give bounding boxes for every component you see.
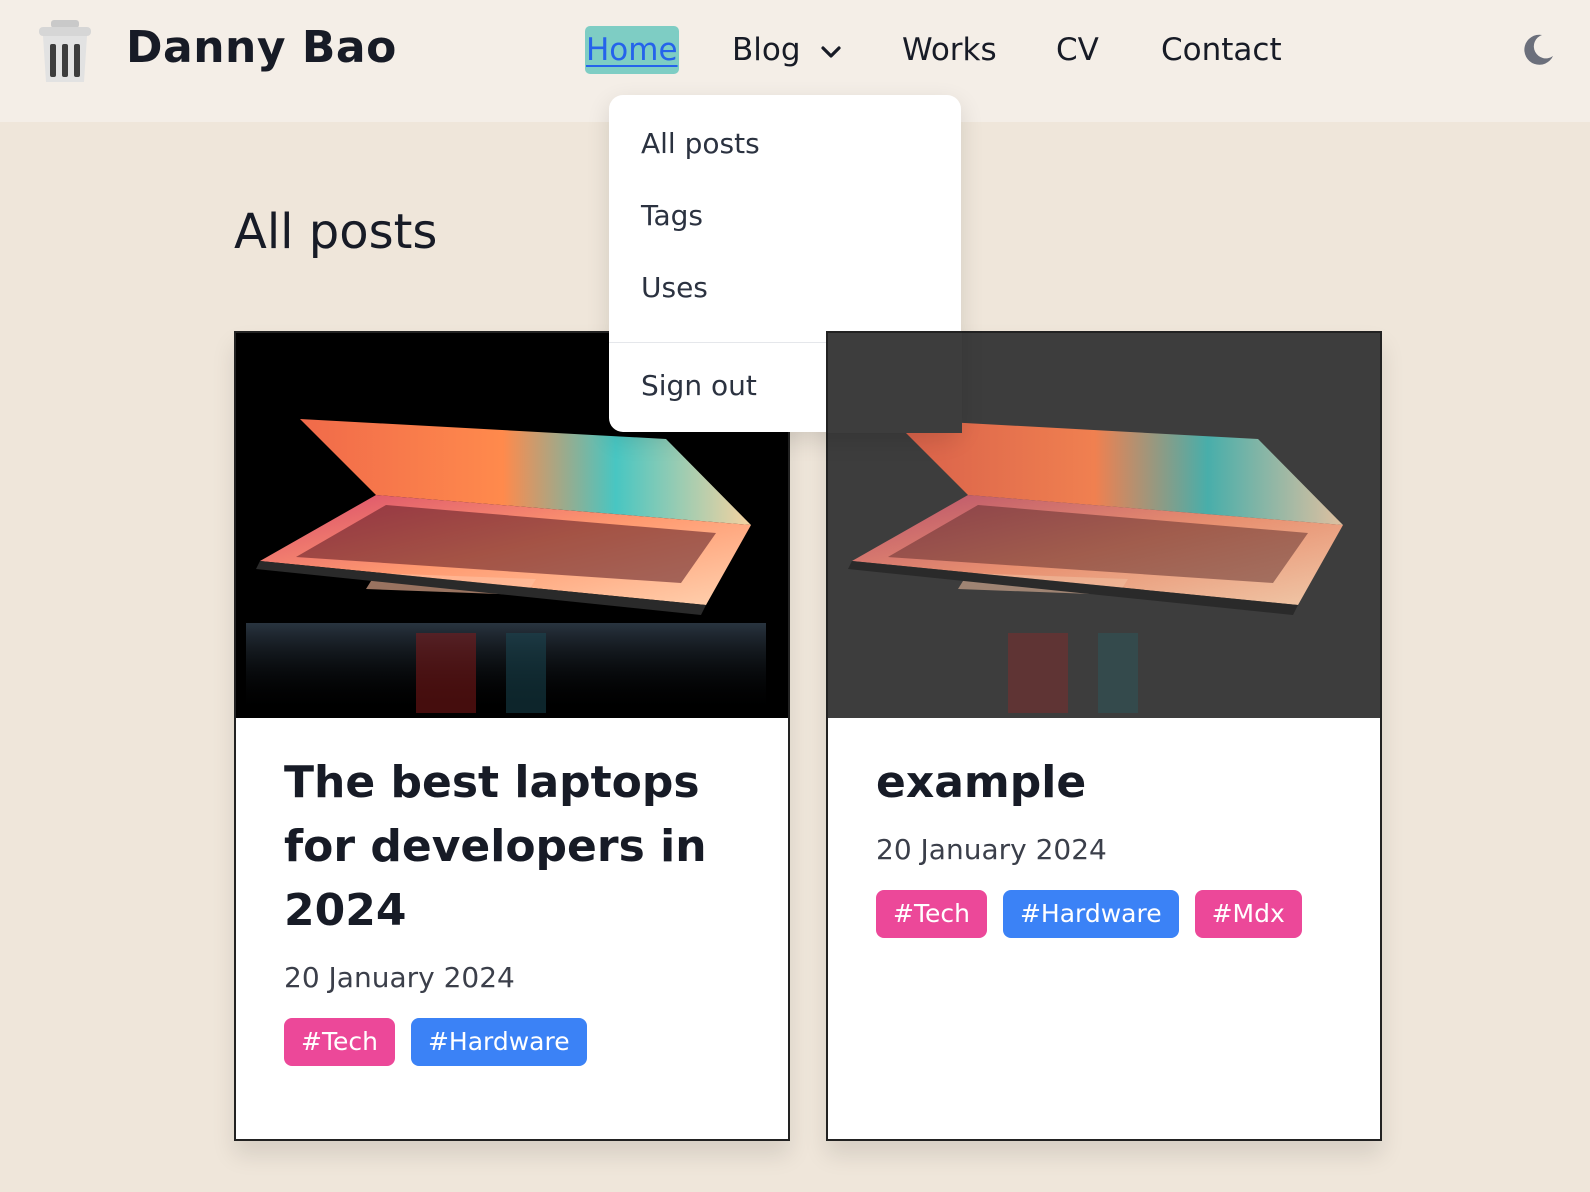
tag-tech[interactable]: #Tech — [284, 1018, 395, 1066]
post-card-body: The best laptops for developers in 2024 … — [284, 751, 754, 1066]
post-tags: #Tech #Hardware #Mdx — [876, 890, 1346, 938]
tag-mdx[interactable]: #Mdx — [1194, 890, 1302, 938]
post-date: 20 January 2024 — [876, 833, 1107, 866]
trash-can-icon[interactable] — [37, 18, 93, 84]
post-image-overlap — [826, 331, 962, 433]
post-date: 20 January 2024 — [284, 961, 515, 994]
moon-icon[interactable] — [1520, 32, 1556, 68]
menu-item-all-posts[interactable]: All posts — [641, 127, 760, 160]
menu-item-tags[interactable]: Tags — [641, 199, 703, 232]
menu-item-sign-out[interactable]: Sign out — [641, 369, 757, 402]
post-title[interactable]: example — [876, 751, 1346, 815]
chevron-down-icon — [820, 25, 842, 73]
site-brand[interactable]: Danny Bao — [126, 22, 397, 73]
tag-hardware[interactable]: #Hardware — [410, 1018, 587, 1066]
post-card[interactable]: example 20 January 2024 #Tech #Hardware … — [826, 331, 1382, 1141]
nav-blog-dropdown[interactable]: Blog — [732, 26, 842, 74]
post-title[interactable]: The best laptops for developers in 2024 — [284, 751, 754, 943]
nav-home-link[interactable]: Home — [585, 26, 679, 74]
nav-blog-label: Blog — [732, 32, 801, 68]
post-card[interactable]: The best laptops for developers in 2024 … — [234, 331, 790, 1141]
page-title: All posts — [234, 204, 438, 260]
nav-works-link[interactable]: Works — [902, 26, 997, 74]
nav-cv-link[interactable]: CV — [1056, 26, 1099, 74]
tag-hardware[interactable]: #Hardware — [1002, 890, 1179, 938]
post-tags: #Tech #Hardware — [284, 1018, 754, 1066]
tag-tech[interactable]: #Tech — [876, 890, 987, 938]
nav-contact-link[interactable]: Contact — [1161, 26, 1282, 74]
post-card-body: example 20 January 2024 #Tech #Hardware … — [876, 751, 1346, 938]
menu-item-uses[interactable]: Uses — [641, 271, 708, 304]
